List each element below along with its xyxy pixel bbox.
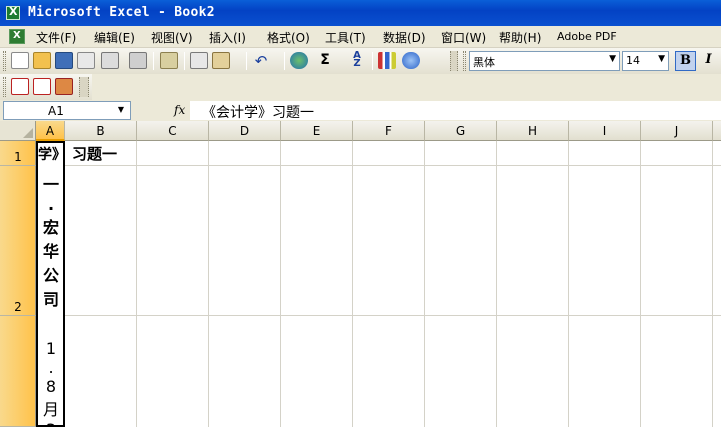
font-size-select[interactable]: 14 ▼	[622, 51, 669, 71]
name-box-value: A1	[48, 104, 64, 118]
convert-and-email-icon[interactable]	[33, 78, 51, 95]
row-header-2[interactable]: 2	[0, 166, 36, 316]
chevron-down-icon: ▼	[609, 54, 616, 64]
cell-a1-text: 学》	[38, 147, 65, 163]
column-header-d[interactable]: D	[209, 121, 281, 141]
font-size-value: 14	[626, 54, 640, 67]
cell-a-column[interactable]: 学》 一 . 宏 华 公 司 1 . 8 月 3	[36, 141, 65, 427]
copy-icon[interactable]	[190, 52, 208, 69]
toolbar-options-icon[interactable]	[79, 77, 89, 97]
help-icon[interactable]	[402, 52, 420, 69]
menu-window[interactable]: 窗口(W)	[441, 29, 486, 46]
formula-input[interactable]: 《会计学》习题一	[190, 101, 721, 121]
standard-toolbar: ↶ Σ AZ 黑体 ▼ 14 ▼ B I	[0, 48, 721, 74]
bold-button[interactable]: B	[675, 51, 696, 71]
workbook-icon[interactable]	[9, 29, 25, 44]
menu-format[interactable]: 格式(O)	[267, 29, 310, 46]
font-name-value: 黑体	[473, 56, 495, 69]
toolbar-grip[interactable]	[3, 51, 6, 71]
toolbar-options-icon[interactable]	[450, 51, 458, 71]
sort-ascending-icon[interactable]: AZ	[348, 51, 366, 69]
column-header-c[interactable]: C	[137, 121, 209, 141]
worksheet-grid[interactable]: A B C D E F G H I J 1 2 学》 一 . 宏 华 公 司 1…	[0, 121, 721, 427]
toolbar-area	[92, 74, 721, 100]
formula-bar: A1 ▼ fx 《会计学》习题一	[0, 100, 721, 121]
cell-a2-text: 一 . 宏 华 公 司	[42, 175, 59, 309]
separator	[184, 52, 185, 70]
column-header-g[interactable]: G	[425, 121, 497, 141]
select-all-button[interactable]	[0, 121, 36, 141]
column-header-b[interactable]: B	[65, 121, 137, 141]
column-header-i[interactable]: I	[569, 121, 641, 141]
column-header-a[interactable]: A	[36, 121, 65, 141]
toolbar-grip[interactable]	[463, 51, 466, 71]
save-icon[interactable]	[55, 52, 73, 69]
menu-help[interactable]: 帮助(H)	[499, 29, 541, 46]
print-icon[interactable]	[101, 52, 119, 69]
print-preview-icon[interactable]	[129, 52, 147, 69]
convert-to-pdf-icon[interactable]	[11, 78, 29, 95]
italic-button[interactable]: I	[698, 51, 719, 71]
research-icon[interactable]	[160, 52, 178, 69]
cell-a3-text: 1 . 8 月 3	[42, 339, 59, 425]
paste-icon[interactable]	[212, 52, 230, 69]
menu-bar: 文件(F) 编辑(E) 视图(V) 插入(I) 格式(O) 工具(T) 数据(D…	[0, 26, 721, 48]
toolbar-grip[interactable]	[3, 77, 6, 97]
menu-tools[interactable]: 工具(T)	[325, 29, 366, 46]
menu-insert[interactable]: 插入(I)	[209, 29, 246, 46]
row-header-1[interactable]: 1	[0, 141, 36, 166]
column-header-h[interactable]: H	[497, 121, 569, 141]
menu-edit[interactable]: 编辑(E)	[94, 29, 135, 46]
separator	[153, 52, 154, 70]
menu-data[interactable]: 数据(D)	[383, 29, 426, 46]
open-folder-icon[interactable]	[33, 52, 51, 69]
insert-function-icon[interactable]: fx	[174, 103, 185, 117]
column-header-k[interactable]	[713, 121, 721, 141]
row-header-3[interactable]	[0, 316, 36, 427]
column-header-e[interactable]: E	[281, 121, 353, 141]
chevron-down-icon: ▼	[658, 54, 665, 64]
new-icon[interactable]	[11, 52, 29, 69]
title-bar: Microsoft Excel - Book2	[0, 0, 721, 26]
separator	[372, 52, 373, 70]
chart-wizard-icon[interactable]	[378, 52, 396, 69]
pdf-toolbar	[0, 74, 92, 100]
window-title: Microsoft Excel - Book2	[28, 5, 215, 20]
font-name-select[interactable]: 黑体 ▼	[469, 51, 620, 71]
hyperlink-icon[interactable]	[290, 52, 308, 69]
autosum-icon[interactable]: Σ	[316, 52, 334, 69]
separator	[246, 52, 247, 70]
undo-icon[interactable]: ↶	[252, 52, 270, 70]
review-pdf-icon[interactable]	[55, 78, 73, 95]
permission-icon[interactable]	[77, 52, 95, 69]
menu-adobe-pdf[interactable]: Adobe PDF	[557, 30, 617, 43]
menu-file[interactable]: 文件(F)	[36, 29, 76, 46]
menu-view[interactable]: 视图(V)	[151, 29, 193, 46]
column-header-j[interactable]: J	[641, 121, 713, 141]
cell-b1[interactable]: 习题一	[72, 143, 117, 164]
column-header-f[interactable]: F	[353, 121, 425, 141]
separator	[284, 52, 285, 70]
name-box[interactable]: A1 ▼	[3, 101, 131, 120]
chevron-down-icon: ▼	[117, 105, 124, 114]
excel-app-icon[interactable]	[6, 5, 20, 20]
